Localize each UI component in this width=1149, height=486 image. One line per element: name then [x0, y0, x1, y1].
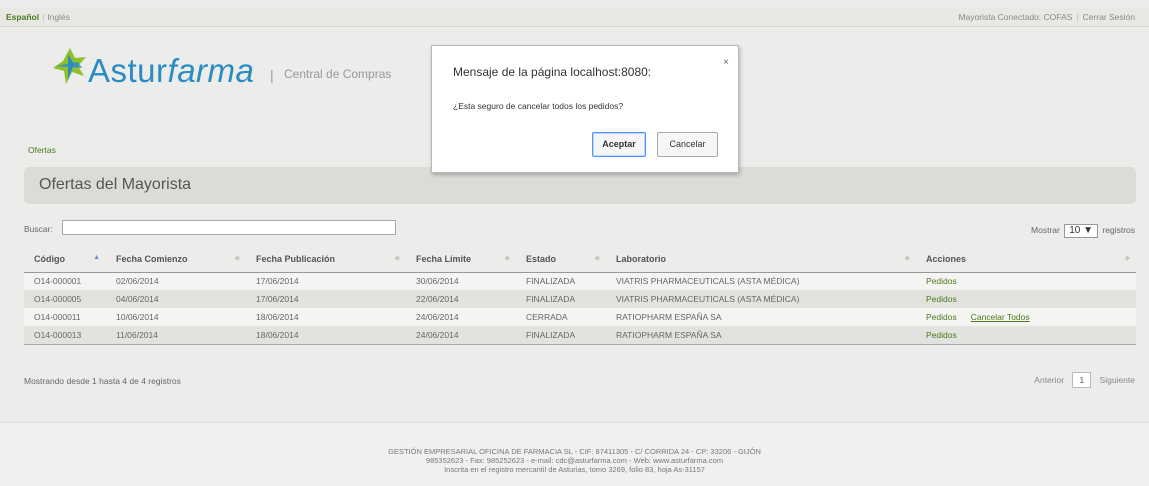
col-fecha-limite[interactable]: Fecha Límite ◆	[406, 246, 516, 273]
sort-icon: ◆	[234, 255, 240, 262]
cell-laboratorio: VIATRIS PHARMACEUTICALS (ASTA MÉDICA)	[606, 290, 916, 308]
col-fecha-comienzo[interactable]: Fecha Comienzo ◆	[106, 246, 246, 273]
footer: GESTIÓN EMPRESARIAL OFICINA DE FARMACIA …	[0, 422, 1149, 486]
pedidos-link[interactable]: Pedidos	[926, 294, 957, 304]
cell-publicacion: 17/06/2014	[246, 272, 406, 290]
dialog-message: ¿Esta seguro de cancelar todos los pedid…	[453, 101, 624, 111]
accept-button[interactable]: Aceptar	[592, 132, 646, 157]
col-codigo[interactable]: Código ▲	[24, 246, 106, 273]
col-acciones[interactable]: Acciones ◆	[916, 246, 1136, 273]
page-1-button[interactable]: 1	[1072, 372, 1092, 388]
cell-estado: FINALIZADA	[516, 326, 606, 345]
cell-acciones: Pedidos	[916, 272, 1136, 290]
cell-acciones: Pedidos	[916, 326, 1136, 345]
page-length: Mostrar 10 ▼ registros	[1031, 224, 1135, 238]
cross-leaf-icon	[53, 48, 86, 84]
cell-comienzo: 02/06/2014	[106, 272, 246, 290]
col-fecha-publicacion[interactable]: Fecha Publicación ◆	[246, 246, 406, 273]
cell-codigo: O14-000013	[24, 326, 106, 345]
prev-page-button[interactable]: Anterior	[1034, 375, 1064, 385]
page-title: Ofertas del Mayorista	[39, 176, 192, 193]
lang-english-link[interactable]: Inglés	[47, 12, 70, 22]
pedidos-link[interactable]: Pedidos	[926, 330, 957, 340]
pedidos-link[interactable]: Pedidos	[926, 312, 957, 322]
logo-tagline: Central de Compras	[284, 67, 392, 81]
asturfarma-logo[interactable]: Asturfarma | Central de Compras	[48, 44, 448, 94]
cell-acciones: Pedidos	[916, 290, 1136, 308]
cell-publicacion: 18/06/2014	[246, 308, 406, 326]
sort-icon: ◆	[394, 255, 400, 262]
footer-registry: Inscrita en el registro mercantil de Ast…	[444, 465, 705, 474]
sort-icon: ◆	[504, 255, 510, 262]
col-estado[interactable]: Estado ◆	[516, 246, 606, 273]
cell-comienzo: 11/06/2014	[106, 326, 246, 345]
cell-limite: 24/06/2014	[406, 326, 516, 345]
offers-table: Código ▲ Fecha Comienzo ◆ Fecha Publicació…	[24, 246, 1136, 345]
cell-publicacion: 18/06/2014	[246, 326, 406, 345]
cell-limite: 30/06/2014	[406, 272, 516, 290]
logout-link[interactable]: Cerrar Sesión	[1083, 12, 1135, 22]
confirm-dialog: Mensaje de la página localhost:8080: × ¿…	[431, 45, 739, 173]
table-header: Código ▲ Fecha Comienzo ◆ Fecha Publicació…	[24, 246, 1136, 273]
cell-limite: 22/06/2014	[406, 290, 516, 308]
sort-icon: ◆	[1124, 255, 1130, 262]
logo-separator: |	[270, 67, 274, 83]
cell-laboratorio: VIATRIS PHARMACEUTICALS (ASTA MÉDICA)	[606, 272, 916, 290]
lang-spanish-link[interactable]: Español	[6, 12, 39, 22]
cell-estado: CERRADA	[516, 308, 606, 326]
cancelar-todos-link[interactable]: Cancelar Todos	[971, 312, 1030, 322]
cell-codigo: O14-000001	[24, 272, 106, 290]
cell-laboratorio: RATIOPHARM ESPAÑA SA	[606, 308, 916, 326]
dialog-title: Mensaje de la página localhost:8080:	[453, 65, 652, 79]
table-row: O14-000005 04/06/2014 17/06/2014 22/06/2…	[24, 290, 1136, 308]
cell-publicacion: 17/06/2014	[246, 290, 406, 308]
sort-asc-icon: ▲	[93, 254, 100, 261]
lang-divider: |	[42, 12, 45, 22]
footer-contact: 985352623 - Fax: 985252623 - e-mail: cdc…	[425, 456, 724, 465]
cell-comienzo: 04/06/2014	[106, 290, 246, 308]
sort-icon: ◆	[594, 255, 600, 262]
cell-laboratorio: RATIOPHARM ESPAÑA SA	[606, 326, 916, 345]
close-icon[interactable]: ×	[723, 57, 729, 68]
cell-codigo: O14-000005	[24, 290, 106, 308]
table-info: Mostrando desde 1 hasta 4 de 4 registros	[24, 376, 181, 386]
col-laboratorio[interactable]: Laboratorio ◆	[606, 246, 916, 273]
pagination: Anterior 1 Siguiente	[1034, 372, 1135, 388]
cell-comienzo: 10/06/2014	[106, 308, 246, 326]
table-row: O14-000001 02/06/2014 17/06/2014 30/06/2…	[24, 272, 1136, 290]
next-page-button[interactable]: Siguiente	[1100, 375, 1135, 385]
page-length-select[interactable]: 10 ▼	[1064, 224, 1099, 238]
search-input[interactable]	[62, 220, 396, 235]
chevron-down-icon: ▼	[1083, 225, 1094, 236]
cell-estado: FINALIZADA	[516, 290, 606, 308]
cell-acciones: Pedidos Cancelar Todos	[916, 308, 1136, 326]
table-row: O14-000013 11/06/2014 18/06/2014 24/06/2…	[24, 326, 1136, 345]
page-length-prefix: Mostrar	[1031, 225, 1060, 235]
connected-label: Mayorista Conectado:	[958, 12, 1042, 22]
user-divider: |	[1076, 12, 1079, 22]
pedidos-link[interactable]: Pedidos	[926, 276, 957, 286]
breadcrumb[interactable]: Ofertas	[28, 145, 56, 155]
sort-icon: ◆	[904, 255, 910, 262]
cell-limite: 24/06/2014	[406, 308, 516, 326]
language-switch: Español | Inglés	[6, 12, 70, 22]
cancel-button[interactable]: Cancelar	[657, 132, 718, 157]
user-area: Mayorista Conectado: COFAS | Cerrar Sesión	[958, 12, 1135, 22]
search-label: Buscar:	[24, 224, 53, 234]
top-bar: Español | Inglés Mayorista Conectado: COFA…	[0, 8, 1149, 27]
table-row: O14-000011 10/06/2014 18/06/2014 24/06/2…	[24, 308, 1136, 326]
connected-user: COFAS	[1043, 12, 1073, 22]
cell-codigo: O14-000011	[24, 308, 106, 326]
brand-name: Asturfarma	[88, 52, 255, 89]
page-length-suffix: registros	[1102, 225, 1135, 235]
footer-company: GESTIÓN EMPRESARIAL OFICINA DE FARMACIA …	[388, 447, 761, 456]
cell-estado: FINALIZADA	[516, 272, 606, 290]
